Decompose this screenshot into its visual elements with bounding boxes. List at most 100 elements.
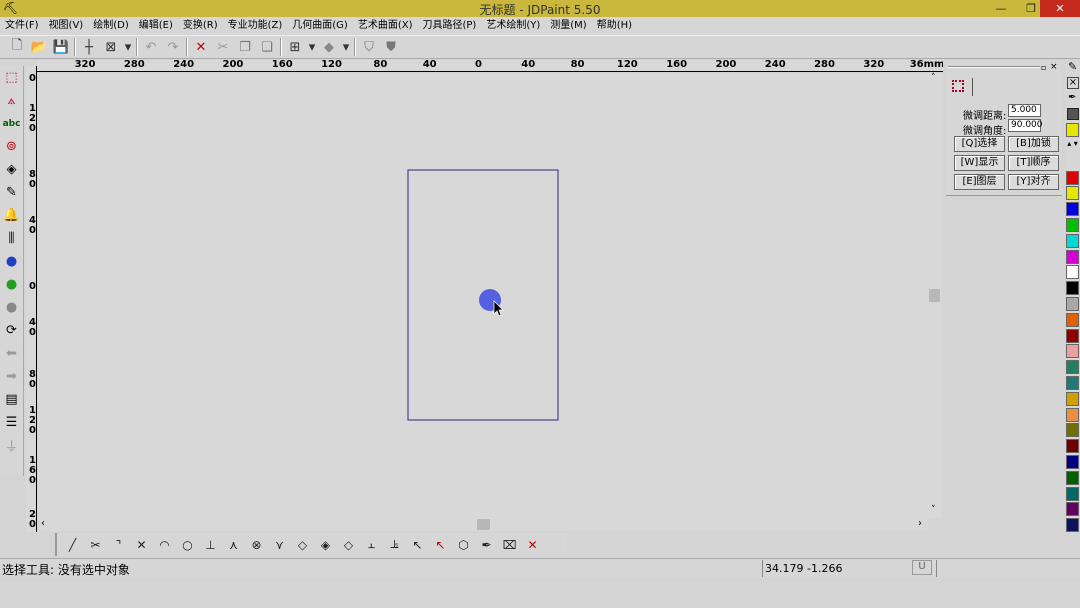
perpendicular-icon[interactable]: ⊥: [199, 538, 222, 552]
color-swatch[interactable]: [1066, 360, 1079, 375]
crosshair-icon[interactable]: ┼: [78, 37, 100, 57]
menu-item[interactable]: 视图(V): [44, 17, 89, 35]
color-swatch[interactable]: [1066, 391, 1079, 406]
eraser-icon[interactable]: ✎: [0, 181, 23, 204]
arrow-left-icon[interactable]: ⬅: [0, 342, 23, 365]
menu-item[interactable]: 变换(R): [178, 17, 223, 35]
redo-icon[interactable]: ↷: [162, 37, 184, 57]
menu-item[interactable]: 几何曲面(G): [287, 17, 353, 35]
color-swatch[interactable]: [1066, 407, 1079, 422]
menu-item[interactable]: 帮助(H): [592, 17, 637, 35]
trim-icon[interactable]: ✂: [84, 538, 107, 552]
pick-red-x-icon[interactable]: ↖: [429, 538, 452, 552]
menu-item[interactable]: 艺术曲面(X): [353, 17, 418, 35]
color-swatch[interactable]: [1066, 233, 1079, 248]
angle-input[interactable]: 90.000: [1008, 119, 1043, 132]
unit-button[interactable]: U: [912, 560, 932, 575]
copy-icon[interactable]: ❐: [234, 37, 256, 57]
drawing-canvas[interactable]: [38, 73, 928, 518]
shield-2-icon[interactable]: ⛊: [380, 37, 402, 57]
save-icon[interactable]: 💾: [50, 37, 72, 57]
pencil-icon[interactable]: ✎: [1068, 60, 1080, 74]
shape-icon[interactable]: ◆: [318, 37, 340, 57]
pattern-icon[interactable]: [1067, 108, 1079, 120]
lock-button[interactable]: [B]加锁: [1008, 136, 1059, 152]
scroll-up-icon[interactable]: ˄: [931, 73, 936, 83]
menu-item[interactable]: 文件(F): [0, 17, 44, 35]
vertical-scrollbar[interactable]: ˄ ˅: [928, 73, 942, 518]
select-tab-icon[interactable]: [952, 80, 964, 92]
align-button[interactable]: [Y]对齐: [1008, 174, 1059, 190]
color-swatch[interactable]: [1066, 423, 1079, 438]
minimize-button[interactable]: —: [986, 0, 1016, 17]
paste-icon[interactable]: ❏: [256, 37, 278, 57]
diamond-1-icon[interactable]: ◇: [291, 538, 314, 552]
fill-shape-icon[interactable]: ◈: [0, 158, 23, 181]
new-file-icon[interactable]: 🗋: [6, 37, 28, 57]
color-swatch[interactable]: [1066, 186, 1079, 201]
pen-icon[interactable]: ✒: [475, 538, 498, 552]
color-swatch[interactable]: [1066, 344, 1079, 359]
panel-grip[interactable]: [948, 66, 1040, 68]
menu-item[interactable]: 绘制(D): [88, 17, 134, 35]
layer-button[interactable]: [E]图层: [954, 174, 1005, 190]
scroll-thumb[interactable]: [477, 519, 490, 530]
palette-scroll-icon[interactable]: ▴ ▾: [1066, 139, 1079, 169]
color-swatch[interactable]: [1066, 265, 1079, 280]
bulb-gray-icon[interactable]: ●: [0, 296, 23, 319]
color-swatch[interactable]: [1066, 123, 1079, 137]
text-edit-icon[interactable]: ⌧: [498, 538, 521, 552]
diamond-3-icon[interactable]: ◇: [337, 538, 360, 552]
color-swatch[interactable]: [1066, 486, 1079, 501]
color-swatch[interactable]: [1066, 470, 1079, 485]
tool-path-icon[interactable]: ⫼: [0, 227, 23, 250]
bulb-blue-icon[interactable]: ●: [0, 250, 23, 273]
node-icon[interactable]: ⋎: [268, 538, 291, 552]
bell-icon[interactable]: 🔔: [0, 204, 23, 227]
shield-1-icon[interactable]: ⛉: [358, 37, 380, 57]
view-box-icon[interactable]: ⊠: [100, 37, 122, 57]
grid-snap-icon[interactable]: ⊞: [284, 37, 306, 57]
circle-icon[interactable]: ○: [176, 538, 199, 552]
color-swatch[interactable]: [1066, 439, 1079, 454]
lines-icon[interactable]: ☰: [0, 411, 23, 434]
eyedropper-icon[interactable]: ✒: [1068, 92, 1080, 106]
cycle-icon[interactable]: ⟳: [0, 319, 23, 342]
order-button[interactable]: [T]顺序: [1008, 155, 1059, 171]
point-icon[interactable]: ⊗: [245, 538, 268, 552]
dist-input[interactable]: 5.000: [1008, 104, 1041, 117]
color-swatch[interactable]: [1066, 217, 1079, 232]
color-swatch[interactable]: [1066, 312, 1079, 327]
color-swatch[interactable]: [1066, 170, 1079, 185]
line-icon[interactable]: ╱: [61, 538, 84, 552]
color-swatch[interactable]: [1066, 281, 1079, 296]
cut-icon[interactable]: ✂: [212, 37, 234, 57]
color-swatch[interactable]: [1066, 502, 1079, 517]
delete-icon[interactable]: ✕: [190, 37, 212, 57]
cross-icon[interactable]: ✕: [130, 538, 153, 552]
close-button[interactable]: ✕: [1040, 0, 1080, 17]
color-swatch[interactable]: [1066, 296, 1079, 311]
no-color-icon[interactable]: ⨯: [1067, 77, 1079, 89]
dropdown-icon[interactable]: ▾: [122, 37, 134, 57]
scroll-left-icon[interactable]: ‹: [41, 518, 45, 529]
offset-icon[interactable]: ⊚: [0, 135, 23, 158]
select-icon[interactable]: ⬚: [0, 66, 23, 89]
select-button[interactable]: [Q]选择: [954, 136, 1005, 152]
menu-item[interactable]: 测量(M): [545, 17, 591, 35]
menu-item[interactable]: 刀具路径(P): [418, 17, 482, 35]
color-swatch[interactable]: [1066, 518, 1079, 533]
node-edit-icon[interactable]: ⟑: [0, 89, 23, 112]
panel-close-icon[interactable]: ×: [1050, 62, 1058, 72]
open-folder-icon[interactable]: 📂: [28, 37, 50, 57]
layers-icon[interactable]: ▤: [0, 388, 23, 411]
align-2-icon[interactable]: ⫡: [383, 537, 406, 552]
color-swatch[interactable]: [1066, 202, 1079, 217]
panel-float-icon[interactable]: ▫: [1041, 63, 1046, 72]
corner-icon[interactable]: ⌝: [107, 538, 130, 552]
color-swatch[interactable]: [1066, 249, 1079, 264]
menu-item[interactable]: 专业功能(Z): [223, 17, 288, 35]
arc-icon[interactable]: ◠: [153, 538, 176, 552]
horizontal-scrollbar[interactable]: ‹ ›: [38, 518, 928, 531]
menu-item[interactable]: 艺术绘制(Y): [481, 17, 545, 35]
